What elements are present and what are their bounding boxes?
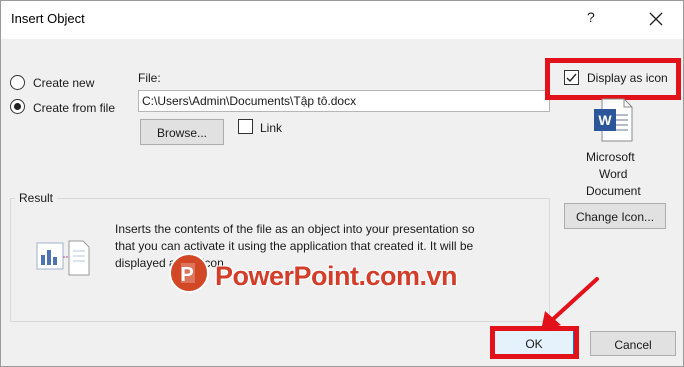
link-checkbox[interactable]	[238, 119, 253, 134]
svg-text:W: W	[598, 112, 612, 128]
watermark-text: PowerPoint.com.vn	[215, 261, 458, 291]
title-bar: Insert Object ?	[1, 1, 683, 39]
create-new-radio[interactable]	[10, 75, 25, 90]
result-line1: Inserts the contents of the file as an o…	[115, 222, 475, 236]
change-icon-button[interactable]: Change Icon...	[564, 203, 666, 229]
red-arrow-annotation	[541, 277, 599, 331]
result-label: Result	[15, 191, 58, 205]
highlight-display-as-icon	[545, 58, 681, 100]
dialog-title: Insert Object	[11, 11, 85, 26]
svg-text:P: P	[180, 264, 193, 286]
close-icon	[649, 12, 663, 26]
link-label[interactable]: Link	[260, 121, 282, 135]
icon-caption-line1: Microsoft	[586, 150, 635, 164]
close-button[interactable]	[641, 5, 671, 33]
help-button[interactable]: ?	[587, 9, 595, 25]
icon-caption-line3: Document	[586, 184, 641, 198]
create-from-file-radio[interactable]	[10, 99, 25, 114]
browse-button[interactable]: Browse...	[140, 119, 224, 145]
file-label: File:	[138, 71, 161, 85]
insert-object-dialog: Insert Object ? Create new Create from f…	[0, 0, 684, 367]
result-icon	[35, 237, 91, 277]
icon-caption-line2: Word	[599, 167, 628, 181]
powerpoint-logo-icon: P	[169, 253, 209, 293]
create-new-label[interactable]: Create new	[33, 76, 94, 90]
file-path-input[interactable]: C:\Users\Admin\Documents\Tập tô.docx	[138, 90, 550, 112]
create-from-file-label[interactable]: Create from file	[33, 101, 115, 115]
word-document-icon: W	[592, 97, 636, 143]
